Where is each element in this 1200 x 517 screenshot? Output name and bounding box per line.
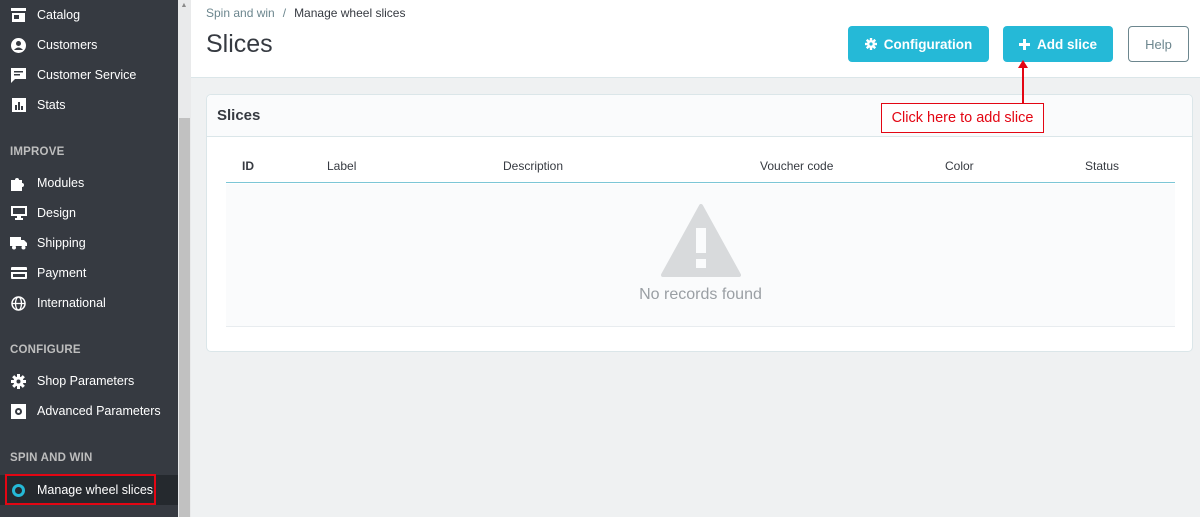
credit-card-icon bbox=[10, 265, 27, 282]
help-button-label: Help bbox=[1145, 36, 1172, 52]
breadcrumb-parent[interactable]: Spin and win bbox=[206, 6, 275, 20]
configuration-button[interactable]: Configuration bbox=[848, 26, 989, 62]
empty-state-text: No records found bbox=[639, 286, 762, 303]
add-slice-button-label: Add slice bbox=[1036, 36, 1098, 52]
sidebar-item-international[interactable]: International bbox=[0, 288, 178, 318]
empty-state: No records found bbox=[226, 184, 1175, 327]
chat-icon bbox=[10, 67, 27, 84]
add-slice-button[interactable]: Add slice bbox=[1003, 26, 1113, 62]
sidebar-item-label: Modules bbox=[37, 176, 85, 190]
sidebar-item-advanced-parameters[interactable]: Advanced Parameters bbox=[0, 396, 178, 426]
globe-icon bbox=[10, 295, 27, 312]
breadcrumb: Spin and win / Manage wheel slices bbox=[206, 6, 405, 20]
page-header: Spin and win / Manage wheel slices Slice… bbox=[191, 0, 1200, 78]
column-label[interactable]: Label bbox=[327, 159, 356, 173]
column-status[interactable]: Status bbox=[1085, 159, 1119, 173]
settings-box-icon bbox=[10, 403, 27, 420]
column-id[interactable]: ID bbox=[242, 159, 254, 173]
column-voucher-code[interactable]: Voucher code bbox=[760, 159, 833, 173]
sidebar-section-configure: CONFIGURE bbox=[10, 344, 81, 356]
slices-panel: Slices ID Label Description Voucher code… bbox=[206, 94, 1193, 352]
user-circle-icon bbox=[10, 37, 27, 54]
sidebar-item-label: Shop Parameters bbox=[37, 374, 135, 388]
sidebar-item-customer-service[interactable]: Customer Service bbox=[0, 60, 178, 90]
sidebar-item-shipping[interactable]: Shipping bbox=[0, 228, 178, 258]
highlight-box bbox=[5, 474, 156, 505]
sidebar-item-design[interactable]: Design bbox=[0, 198, 178, 228]
sidebar-item-label: Shipping bbox=[37, 236, 86, 250]
bar-chart-icon bbox=[10, 97, 27, 114]
annotation-callout: Click here to add slice bbox=[881, 103, 1044, 133]
sidebar-item-shop-parameters[interactable]: Shop Parameters bbox=[0, 366, 178, 396]
sidebar-item-label: International bbox=[37, 296, 106, 310]
scrollbar-thumb[interactable] bbox=[179, 118, 190, 517]
sidebar-item-label: Stats bbox=[37, 98, 66, 112]
panel-heading: Slices bbox=[207, 95, 1192, 137]
monitor-icon bbox=[10, 205, 27, 222]
table-header: ID Label Description Voucher code Color … bbox=[226, 153, 1175, 183]
sidebar-section-spin-and-win: SPIN AND WIN bbox=[10, 452, 93, 464]
gear-icon bbox=[10, 373, 27, 390]
sidebar-item-label: Customer Service bbox=[37, 68, 137, 82]
truck-icon bbox=[10, 235, 27, 252]
breadcrumb-separator: / bbox=[282, 6, 287, 20]
sidebar-item-label: Advanced Parameters bbox=[37, 404, 161, 418]
store-icon bbox=[10, 7, 27, 24]
sidebar-item-label: Customers bbox=[37, 38, 98, 52]
warning-icon bbox=[661, 204, 741, 277]
sidebar-item-label: Catalog bbox=[37, 8, 81, 22]
gear-icon bbox=[864, 38, 877, 50]
sidebar: Catalog Customers Customer Service Stats… bbox=[0, 0, 178, 517]
sidebar-item-catalog[interactable]: Catalog bbox=[0, 0, 178, 30]
plus-icon bbox=[1018, 38, 1030, 50]
sidebar-item-stats[interactable]: Stats bbox=[0, 90, 178, 120]
puzzle-icon bbox=[10, 175, 27, 192]
sidebar-item-modules[interactable]: Modules bbox=[0, 168, 178, 198]
column-color[interactable]: Color bbox=[945, 159, 974, 173]
sidebar-section-improve: IMPROVE bbox=[10, 146, 65, 158]
configuration-button-label: Configuration bbox=[883, 36, 973, 52]
sidebar-item-label: Design bbox=[37, 206, 76, 220]
arrow-up-icon bbox=[1018, 60, 1028, 103]
sidebar-item-payment[interactable]: Payment bbox=[0, 258, 178, 288]
help-button[interactable]: Help bbox=[1128, 26, 1189, 62]
scroll-up-icon[interactable]: ▲ bbox=[180, 2, 188, 10]
column-description[interactable]: Description bbox=[503, 159, 563, 173]
sidebar-item-customers[interactable]: Customers bbox=[0, 30, 178, 60]
breadcrumb-current: Manage wheel slices bbox=[294, 6, 406, 20]
page-title: Slices bbox=[206, 30, 273, 58]
sidebar-item-label: Payment bbox=[37, 266, 87, 280]
